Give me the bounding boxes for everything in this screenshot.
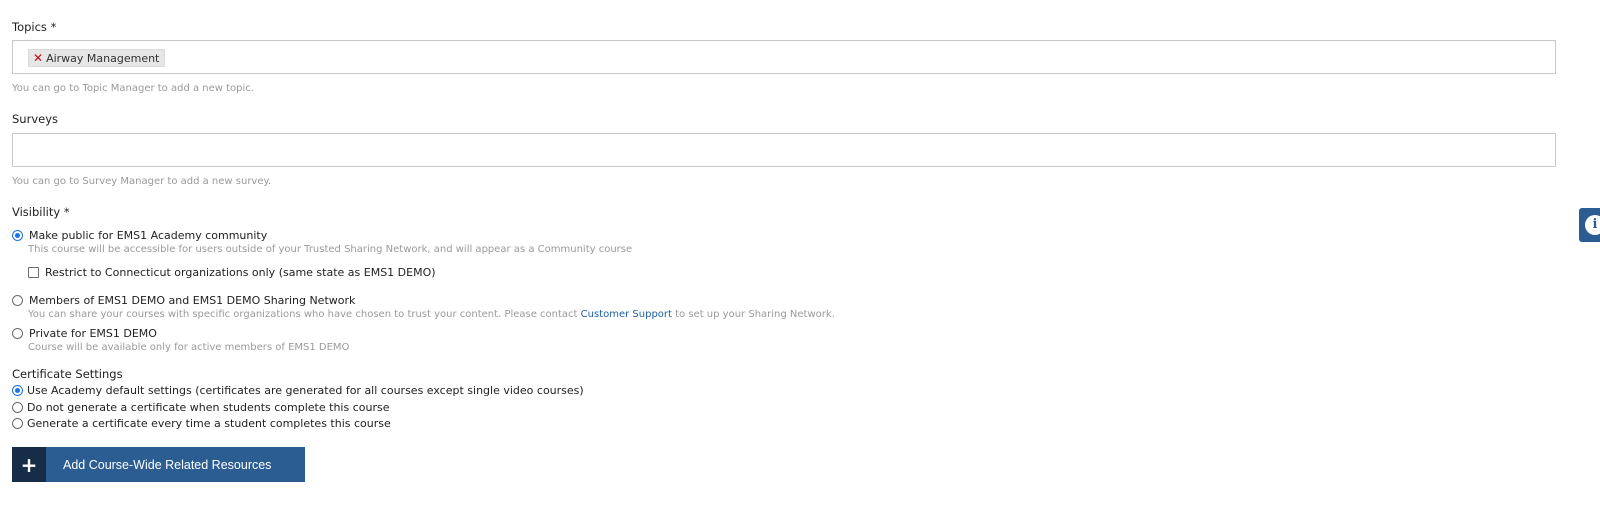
surveys-label: Surveys <box>12 112 58 126</box>
remove-topic-icon[interactable]: ✕ <box>33 52 43 64</box>
add-related-resources-button[interactable]: + Add Course-Wide Related Resources <box>12 447 305 482</box>
plus-icon: + <box>12 447 46 482</box>
info-tab[interactable]: i <box>1579 208 1600 242</box>
topic-chip-label: Airway Management <box>46 51 160 65</box>
restrict-state-label: Restrict to Connecticut organizations on… <box>45 266 436 279</box>
visibility-network-label: Members of EMS1 DEMO and EMS1 DEMO Shari… <box>29 294 356 307</box>
visibility-public-label: Make public for EMS1 Academy community <box>29 229 268 242</box>
visibility-public-description: This course will be accessible for users… <box>28 244 633 255</box>
surveys-help-text: You can go to Survey Manager to add a ne… <box>12 176 272 187</box>
certificate-default-label: Use Academy default settings (certificat… <box>27 384 584 397</box>
visibility-public-radio[interactable] <box>12 230 23 241</box>
visibility-option-private[interactable]: Private for EMS1 DEMO <box>12 327 157 340</box>
certificate-always-radio[interactable] <box>12 418 23 429</box>
certificate-always-label: Generate a certificate every time a stud… <box>27 417 391 430</box>
visibility-network-description: You can share your courses with specific… <box>28 309 835 321</box>
info-icon: i <box>1585 215 1600 235</box>
add-related-resources-label: Add Course-Wide Related Resources <box>63 457 272 472</box>
restrict-state-checkbox[interactable] <box>28 267 39 278</box>
certificate-option-none[interactable]: Do not generate a certificate when stude… <box>12 401 389 414</box>
visibility-label: Visibility * <box>12 205 70 219</box>
topics-help-text: You can go to Topic Manager to add a new… <box>12 83 254 94</box>
certificate-none-label: Do not generate a certificate when stude… <box>27 401 390 414</box>
visibility-private-radio[interactable] <box>12 328 23 339</box>
certificate-none-radio[interactable] <box>12 402 23 413</box>
topics-label: Topics * <box>12 20 57 34</box>
certificate-option-always[interactable]: Generate a certificate every time a stud… <box>12 417 391 430</box>
topics-input[interactable]: ✕ Airway Management <box>12 40 1556 74</box>
visibility-network-radio[interactable] <box>12 295 23 306</box>
visibility-option-network[interactable]: Members of EMS1 DEMO and EMS1 DEMO Shari… <box>12 294 355 307</box>
surveys-input[interactable] <box>12 133 1556 167</box>
topic-chip: ✕ Airway Management <box>28 49 166 67</box>
certificate-default-radio[interactable] <box>12 385 23 396</box>
visibility-private-label: Private for EMS1 DEMO <box>29 327 157 340</box>
restrict-state-option[interactable]: Restrict to Connecticut organizations on… <box>28 266 436 279</box>
customer-support-link[interactable]: Customer Support <box>581 309 672 320</box>
visibility-private-description: Course will be available only for active… <box>28 342 350 353</box>
network-description-text-end: to set up your Sharing Network. <box>671 309 835 320</box>
visibility-option-public[interactable]: Make public for EMS1 Academy community <box>12 229 267 242</box>
network-description-text: You can share your courses with specific… <box>28 309 581 320</box>
certificate-option-default[interactable]: Use Academy default settings (certificat… <box>12 384 584 397</box>
certificate-settings-label: Certificate Settings <box>12 367 123 381</box>
